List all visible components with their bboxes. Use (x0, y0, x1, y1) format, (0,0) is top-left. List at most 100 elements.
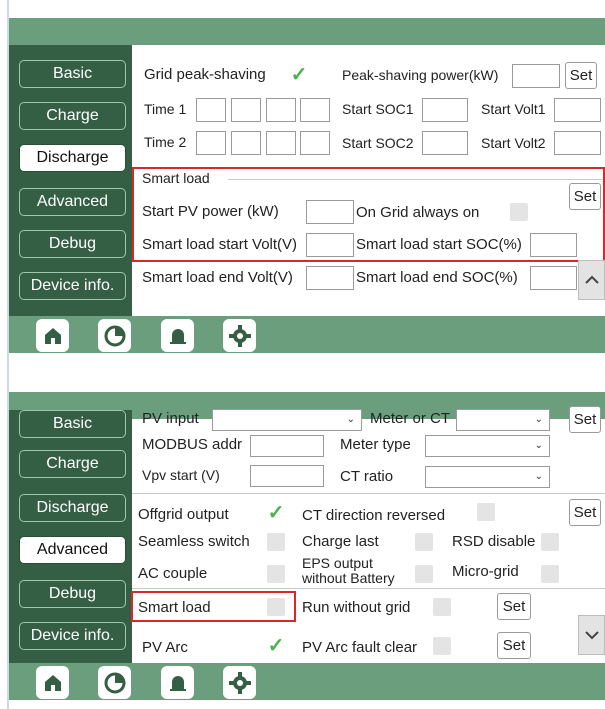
chevron-down-icon (584, 631, 599, 640)
pv-arc-checkbox[interactable]: ✓ (267, 636, 285, 656)
smart-load-title: Smart load (142, 170, 210, 186)
settings-button[interactable] (223, 319, 256, 352)
smart-load-start-volt-label: Smart load start Volt(V) (142, 236, 298, 253)
scroll-down-button[interactable] (578, 615, 605, 655)
alarm-button-2[interactable] (161, 666, 194, 699)
home-button[interactable] (36, 319, 69, 352)
home-icon (44, 674, 61, 691)
smart-load-end-soc-label: Smart load end SOC(%) (356, 269, 518, 286)
ac-couple-checkbox[interactable] (267, 565, 285, 583)
time1-h1[interactable] (196, 98, 226, 122)
smart-load-end-volt-label: Smart load end Volt(V) (142, 269, 293, 286)
eps-output-checkbox[interactable] (415, 565, 433, 583)
start-volt2-input[interactable] (554, 131, 601, 155)
time2-h1[interactable] (196, 131, 226, 155)
pv-input-select[interactable]: ⌄ (212, 409, 362, 431)
time2-m1[interactable] (231, 131, 261, 155)
ct-ratio-label: CT ratio (340, 468, 394, 485)
time2-label: Time 2 (144, 134, 187, 150)
smart-load-start-soc-label: Smart load start SOC(%) (356, 236, 522, 253)
nav-advanced-2[interactable]: Advanced (19, 536, 126, 564)
meter-type-label: Meter type (340, 436, 411, 453)
smart-load-rule (228, 179, 602, 180)
vpv-start-input[interactable] (250, 465, 324, 487)
home-button-2[interactable] (36, 666, 69, 699)
on-grid-always-on-label: On Grid always on (356, 204, 480, 221)
start-volt1-input[interactable] (554, 98, 601, 122)
time1-h2[interactable] (266, 98, 296, 122)
time1-m1[interactable] (231, 98, 261, 122)
start-volt1-label: Start Volt1 (481, 101, 546, 117)
micro-grid-checkbox[interactable] (541, 565, 559, 583)
nav-basic[interactable]: Basic (19, 60, 126, 88)
set-button-5[interactable]: Set (497, 632, 531, 659)
nav-discharge[interactable]: Discharge (19, 144, 126, 172)
set-button-2[interactable]: Set (569, 406, 601, 433)
pie-chart-icon (104, 672, 125, 693)
time1-m2[interactable] (300, 98, 330, 122)
rsd-disable-checkbox[interactable] (541, 533, 559, 551)
meter-or-ct-select[interactable]: ⌄ (456, 409, 550, 431)
nav-basic-2[interactable]: Basic (19, 410, 126, 438)
pv-arc-fault-clear-label: PV Arc fault clear (302, 639, 418, 656)
sidebar: Basic Charge Discharge Advanced Debug De… (9, 45, 132, 316)
time2-h2[interactable] (266, 131, 296, 155)
peak-shaving-power-input[interactable] (512, 64, 560, 88)
chevron-up-icon (584, 275, 599, 284)
pv-arc-fault-clear-checkbox[interactable] (433, 637, 451, 655)
nav-charge-2[interactable]: Charge (19, 450, 126, 478)
nav-discharge-2[interactable]: Discharge (19, 494, 126, 522)
start-soc1-input[interactable] (422, 98, 468, 122)
micro-grid-label: Micro-grid (452, 563, 519, 580)
smart-load-end-volt-input[interactable] (306, 266, 354, 290)
sidebar-2: Basic Charge Discharge Advanced Debug De… (9, 410, 132, 672)
modbus-addr-label: MODBUS addr (142, 436, 243, 453)
eps-output-line1: EPS output (302, 555, 373, 571)
set-button-4[interactable]: Set (497, 593, 531, 620)
home-icon (44, 327, 61, 344)
nav-debug[interactable]: Debug (19, 230, 126, 258)
smart-load-label: Smart load (138, 599, 211, 616)
ct-ratio-select[interactable]: ⌄ (425, 466, 550, 488)
start-pv-power-input[interactable] (306, 200, 354, 224)
grid-peak-shaving-checkbox[interactable]: ✓ (290, 65, 308, 85)
alarm-bell-icon (169, 675, 186, 691)
nav-charge[interactable]: Charge (19, 102, 126, 130)
seamless-switch-checkbox[interactable] (267, 533, 285, 551)
pv-input-label: PV input (142, 410, 199, 427)
pie-chart-button[interactable] (98, 319, 131, 352)
nav-debug-2[interactable]: Debug (19, 580, 126, 608)
pie-chart-icon (104, 325, 125, 346)
offgrid-output-checkbox[interactable]: ✓ (267, 503, 285, 523)
chevron-down-icon: ⌄ (534, 471, 543, 482)
set-button[interactable]: Set (565, 62, 597, 89)
modbus-addr-input[interactable] (250, 435, 324, 457)
nav-device-info-2[interactable]: Device info. (19, 622, 126, 650)
smart-load-start-soc-input[interactable] (530, 233, 577, 257)
alarm-bell-icon (169, 328, 186, 344)
time2-m2[interactable] (300, 131, 330, 155)
smart-load-start-volt-input[interactable] (306, 233, 354, 257)
pie-chart-button-2[interactable] (98, 666, 131, 699)
charge-last-label: Charge last (302, 533, 379, 550)
bottom-bar-2 (9, 663, 605, 700)
run-without-grid-checkbox[interactable] (433, 598, 451, 616)
on-grid-always-on-checkbox[interactable] (510, 203, 528, 221)
alarm-button[interactable] (161, 319, 194, 352)
meter-type-select[interactable]: ⌄ (425, 435, 550, 457)
smart-load-end-soc-input[interactable] (530, 266, 577, 290)
smart-load-checkbox[interactable] (267, 598, 285, 616)
smart-load-set-button[interactable]: Set (569, 183, 601, 210)
settings-button-2[interactable] (223, 666, 256, 699)
eps-output-line2: without Battery (302, 570, 395, 586)
nav-device-info[interactable]: Device info. (19, 272, 126, 300)
ct-direction-reversed-checkbox[interactable] (477, 503, 495, 521)
start-soc2-label: Start SOC2 (342, 135, 414, 151)
charge-last-checkbox[interactable] (415, 533, 433, 551)
section-divider (132, 493, 605, 494)
scroll-up-button[interactable] (578, 260, 605, 300)
ct-direction-reversed-label: CT direction reversed (302, 507, 446, 524)
set-button-3[interactable]: Set (569, 499, 601, 526)
nav-advanced[interactable]: Advanced (19, 188, 126, 216)
start-soc2-input[interactable] (422, 131, 468, 155)
